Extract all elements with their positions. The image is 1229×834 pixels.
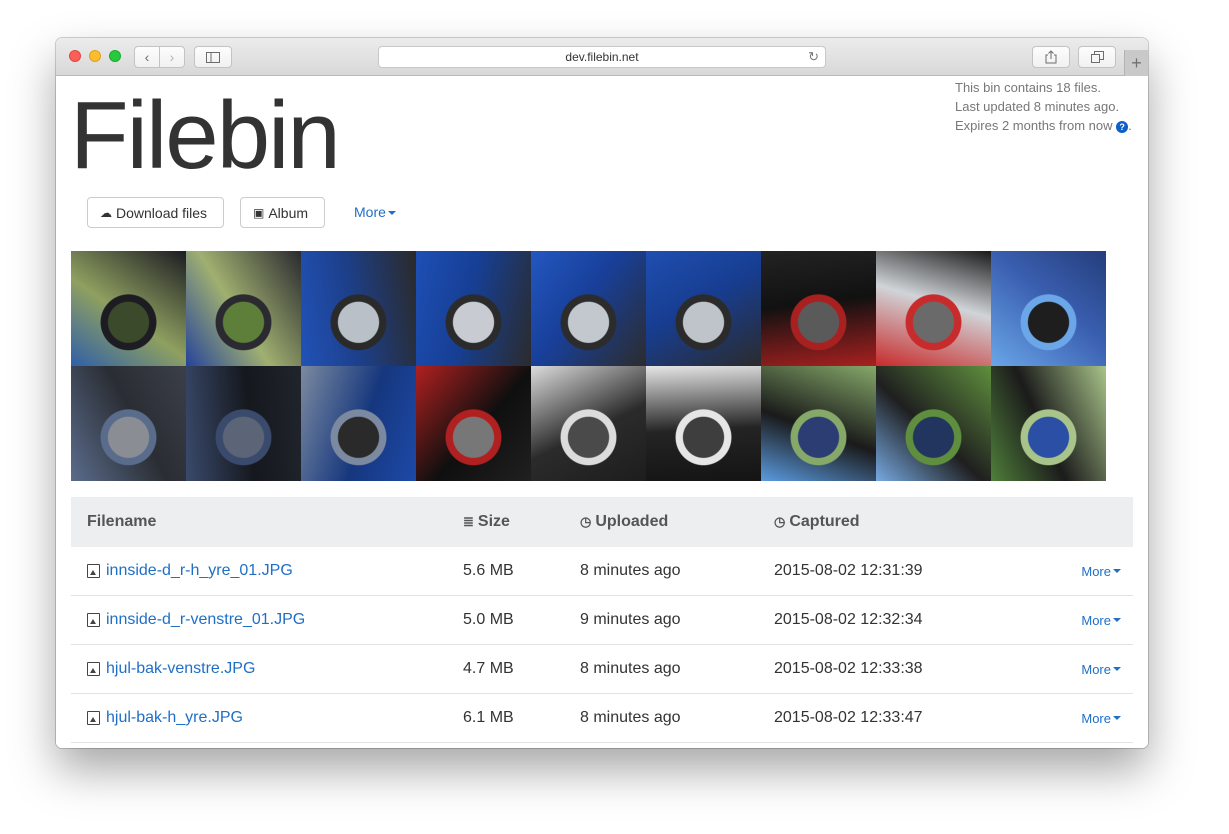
caret-down-icon: [1113, 667, 1121, 671]
minimize-window-button[interactable]: [89, 50, 101, 62]
file-link[interactable]: innside-d_r-venstre_01.JPG: [106, 611, 305, 629]
tabs-overview-button[interactable]: [1078, 46, 1116, 68]
file-link[interactable]: hjul-bak-venstre.JPG: [106, 660, 255, 678]
thumbnail[interactable]: [761, 251, 876, 366]
file-name-cell: innside-d_r-h_yre_01.JPG: [87, 547, 293, 595]
thumbnail[interactable]: [991, 366, 1106, 481]
captured-time: 2015-08-02 12:33:38: [774, 660, 923, 677]
thumbnail[interactable]: [761, 366, 876, 481]
header-size[interactable]: ≣ Size: [463, 497, 510, 547]
back-button[interactable]: ‹: [134, 46, 160, 68]
header-captured[interactable]: ◷ Captured: [774, 497, 860, 547]
caret-down-icon: [1113, 716, 1121, 720]
chevron-left-icon: ‹: [144, 49, 150, 65]
chevron-right-icon: ›: [169, 49, 175, 65]
thumbnail[interactable]: [186, 366, 301, 481]
caret-down-icon: [1113, 569, 1121, 573]
thumbnail[interactable]: [186, 251, 301, 366]
file-link[interactable]: hjul-bak-h_yre.JPG: [106, 709, 243, 727]
close-window-button[interactable]: [69, 50, 81, 62]
file-table: Filename ≣ Size ◷ Uploaded ◷ Captured innsi…: [71, 497, 1133, 743]
thumbnail[interactable]: [301, 251, 416, 366]
file-size: 5.0 MB: [463, 611, 514, 628]
plus-icon: +: [1131, 52, 1142, 73]
header-filename[interactable]: Filename: [87, 497, 156, 547]
uploaded-time: 8 minutes ago: [580, 660, 681, 677]
uploaded-time: 8 minutes ago: [580, 562, 681, 579]
url-text: dev.filebin.net: [565, 50, 639, 64]
uploaded-time: 9 minutes ago: [580, 611, 681, 628]
files-count: This bin contains 18 files.: [955, 80, 1101, 95]
caret-down-icon: [387, 211, 396, 216]
page-content: Filebin This bin contains 18 files. Last…: [56, 76, 1148, 748]
album-button[interactable]: ▣ Album: [240, 197, 325, 228]
reload-icon[interactable]: ↻: [808, 49, 819, 65]
thumbnail[interactable]: [646, 251, 761, 366]
file-size: 6.1 MB: [463, 709, 514, 726]
thumbnail[interactable]: [301, 366, 416, 481]
bin-info: This bin contains 18 files. Last updated…: [955, 78, 1132, 135]
file-size: 5.6 MB: [463, 562, 514, 579]
thumbnail[interactable]: [646, 366, 761, 481]
file-name-cell: innside-d_r-venstre_01.JPG: [87, 596, 305, 644]
thumbnail[interactable]: [531, 366, 646, 481]
file-image-icon: [87, 662, 100, 676]
history-nav: ‹ ›: [134, 46, 186, 68]
captured-time: 2015-08-02 12:32:34: [774, 611, 923, 628]
sidebar-toggle-button[interactable]: [194, 46, 232, 68]
thumbnail[interactable]: [416, 366, 531, 481]
thumbnail[interactable]: [416, 251, 531, 366]
tabs-icon: [1090, 51, 1104, 63]
thumbnail[interactable]: [531, 251, 646, 366]
browser-window: ‹ › dev.filebin.net ↻ + Filebin This bin…: [56, 38, 1148, 748]
captured-time: 2015-08-02 12:33:47: [774, 709, 923, 726]
row-more-dropdown[interactable]: More: [1081, 547, 1121, 595]
table-row: innside-d_r-h_yre_01.JPG 5.6 MB 8 minutes …: [71, 547, 1133, 596]
forward-button[interactable]: ›: [159, 46, 185, 68]
row-more-dropdown[interactable]: More: [1081, 596, 1121, 644]
captured-time: 2015-08-02 12:31:39: [774, 562, 923, 579]
site-logo[interactable]: Filebin: [70, 76, 341, 196]
thumbnail-grid: [71, 251, 1106, 481]
thumbnail[interactable]: [71, 366, 186, 481]
address-bar[interactable]: dev.filebin.net ↻: [378, 46, 826, 68]
table-body: innside-d_r-h_yre_01.JPG 5.6 MB 8 minutes …: [71, 547, 1133, 743]
file-image-icon: [87, 564, 100, 578]
expires-line: Expires 2 months from now ?.: [955, 118, 1132, 133]
file-link[interactable]: innside-d_r-h_yre_01.JPG: [106, 562, 293, 580]
sidebar-icon: [206, 51, 220, 63]
file-size: 4.7 MB: [463, 660, 514, 677]
zoom-window-button[interactable]: [109, 50, 121, 62]
more-dropdown[interactable]: More: [354, 204, 396, 220]
picture-icon: ▣: [253, 205, 265, 220]
table-row: innside-d_r-venstre_01.JPG 5.0 MB 9 minute…: [71, 596, 1133, 645]
file-image-icon: [87, 613, 100, 627]
new-tab-button[interactable]: +: [1124, 50, 1148, 76]
file-name-cell: hjul-bak-h_yre.JPG: [87, 694, 243, 742]
share-button[interactable]: [1032, 46, 1070, 68]
download-files-button[interactable]: ☁ Download files: [87, 197, 224, 228]
database-icon: ≣: [463, 514, 474, 529]
last-updated: Last updated 8 minutes ago.: [955, 99, 1120, 114]
thumbnail[interactable]: [876, 366, 991, 481]
thumbnail[interactable]: [71, 251, 186, 366]
cloud-download-icon: ☁: [100, 205, 112, 220]
question-circle-icon[interactable]: ?: [1116, 121, 1129, 133]
table-header: Filename ≣ Size ◷ Uploaded ◷ Captured: [71, 497, 1133, 547]
caret-down-icon: [1113, 618, 1121, 622]
thumbnail[interactable]: [876, 251, 991, 366]
thumbnail[interactable]: [991, 251, 1106, 366]
file-name-cell: hjul-bak-venstre.JPG: [87, 645, 255, 693]
header-uploaded[interactable]: ◷ Uploaded: [580, 497, 668, 547]
share-icon: [1045, 50, 1057, 64]
clock-icon: ◷: [774, 514, 786, 529]
row-more-dropdown[interactable]: More: [1081, 694, 1121, 742]
clock-icon: ◷: [580, 514, 592, 529]
table-row: hjul-bak-h_yre.JPG 6.1 MB 8 minutes ago 201…: [71, 694, 1133, 743]
browser-toolbar: ‹ › dev.filebin.net ↻ +: [56, 38, 1148, 76]
file-image-icon: [87, 711, 100, 725]
table-row: hjul-bak-venstre.JPG 4.7 MB 8 minutes ago 2…: [71, 645, 1133, 694]
uploaded-time: 8 minutes ago: [580, 709, 681, 726]
row-more-dropdown[interactable]: More: [1081, 645, 1121, 693]
